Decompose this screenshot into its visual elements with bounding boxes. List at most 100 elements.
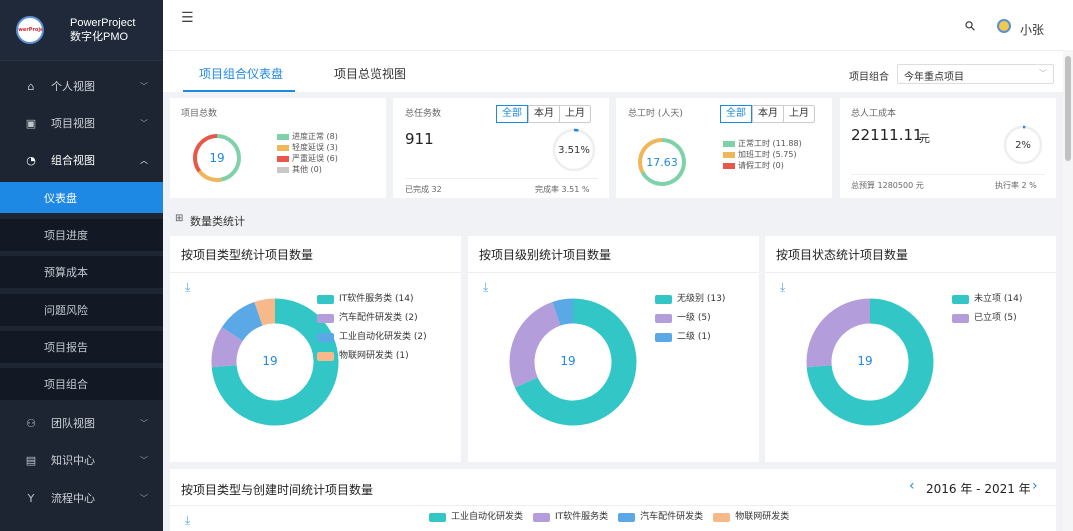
legend-item[interactable]: 物联网研发类 (1)	[317, 347, 427, 366]
chart-card-by-type-time: 按项目类型与创建时间统计项目数量 ‹ 2016 年 - 2021 年 › ⤓ 工…	[170, 469, 1056, 531]
card-work-hours: 总工时 (人天) 全部 本月 上月 17.63 正常工时 (11.88) 加班工时 …	[616, 98, 832, 198]
sidebar-item-workflow[interactable]: Y 流程中心 ﹀	[0, 480, 163, 516]
legend-item[interactable]: 工业自动化研发类 (2)	[317, 328, 427, 347]
filter-all[interactable]: 全部	[720, 105, 752, 123]
card-title: 总工时 (人天)	[628, 109, 683, 119]
sidebar-item-team[interactable]: ⚇ 团队视图 ﹀	[0, 405, 163, 441]
tab-project-overview[interactable]: 项目总览视图	[334, 65, 406, 82]
year-range: 2016 年 - 2021 年	[926, 482, 1031, 496]
filter-last-month[interactable]: 上月	[783, 106, 814, 122]
task-count: 911	[405, 130, 434, 148]
next-range-button[interactable]: ›	[1032, 478, 1038, 494]
avatar[interactable]	[997, 19, 1011, 33]
sidebar-sub-progress[interactable]: 项目进度	[0, 219, 163, 251]
legend-item[interactable]: 无级别 (13)	[655, 290, 725, 309]
sidebar-item-label: 知识中心	[51, 454, 95, 467]
download-icon[interactable]: ⤓	[185, 513, 190, 528]
search-icon[interactable]: ⚲	[962, 18, 979, 35]
scrollbar[interactable]	[1063, 50, 1073, 531]
filter-all[interactable]: 全部	[496, 105, 528, 123]
menu-collapse-icon[interactable]: ☰	[181, 10, 194, 26]
chart-card-by-type: 按项目类型统计项目数量 ⤓ 19 IT软件服务类 (14) 汽车配件研发类 (2…	[170, 236, 461, 462]
legend-item[interactable]: 未立项 (14)	[952, 290, 1022, 309]
chart-center-total: 19	[262, 354, 278, 368]
team-icon: ⚇	[26, 416, 36, 430]
pie-slice[interactable]	[254, 298, 276, 326]
card-title: 总任务数	[405, 109, 442, 119]
cost-unit: 元	[919, 132, 930, 145]
cost-amount: 22111.11	[851, 126, 923, 144]
chart-center-total: 19	[857, 354, 873, 368]
sidebar-sub-portfolio[interactable]: 项目组合	[0, 368, 163, 400]
legend-item[interactable]: IT软件服务类 (14)	[317, 290, 427, 309]
portfolio-label: 项目组合	[849, 72, 889, 83]
sidebar-item-portfolio[interactable]: ◔ 组合视图 ︿	[0, 142, 163, 178]
sidebar-item-personal[interactable]: ⌂ 个人视图 ﹀	[0, 68, 163, 104]
sidebar-sub-report[interactable]: 项目报告	[0, 331, 163, 363]
pie-slice[interactable]	[221, 301, 264, 342]
legend-item[interactable]: 一级 (5)	[655, 309, 725, 328]
legend-item[interactable]: 汽车配件研发类 (2)	[317, 309, 427, 328]
sidebar-item-knowledge[interactable]: ▤ 知识中心 ﹀	[0, 442, 163, 478]
work-hours-legend: 正常工时 (11.88) 加班工时 (5.75) 请假工时 (0)	[723, 138, 802, 171]
brand[interactable]: PowerProject PowerProject 数字化PMO	[0, 0, 163, 61]
pie-slice[interactable]	[509, 301, 562, 388]
top-bar: ☰ ⚲ 小张	[163, 0, 1073, 50]
chart-card-by-status: 按项目状态统计项目数量 ⤓ 19 未立项 (14) 已立项 (5)	[765, 236, 1056, 462]
chevron-down-icon: ﹀	[140, 418, 148, 428]
chevron-down-icon: ﹀	[140, 118, 148, 128]
chevron-down-icon: ﹀	[140, 455, 148, 465]
legend-item: 轻度延误 (3)	[277, 142, 338, 153]
card-title: 总人工成本	[851, 109, 897, 119]
cost-percent: 2%	[1015, 140, 1031, 151]
home-icon: ⌂	[27, 79, 35, 93]
chevron-down-icon: ﹀	[1039, 69, 1047, 78]
sidebar-sub-dashboard[interactable]: 仪表盘	[0, 182, 163, 213]
tasks-done: 已完成 32	[405, 185, 442, 194]
sidebar-sub-risk[interactable]: 问题风险	[0, 294, 163, 326]
period-filter: 全部 本月 上月	[720, 105, 815, 123]
card-title: 项目总数	[181, 109, 218, 119]
brand-subtitle: 数字化PMO	[70, 31, 129, 43]
legend-item: 加班工时 (5.75)	[723, 149, 802, 160]
sidebar-item-label: 个人视图	[51, 80, 95, 93]
chevron-up-icon: ︿	[140, 155, 148, 165]
sidebar-item-label: 流程中心	[51, 492, 95, 505]
legend-item[interactable]: 已立项 (5)	[952, 309, 1022, 328]
filter-this-month[interactable]: 本月	[528, 106, 559, 122]
pie-slice[interactable]	[552, 298, 574, 326]
download-icon[interactable]: ⤓	[780, 280, 785, 295]
tab-portfolio-dashboard[interactable]: 项目组合仪表盘	[199, 65, 283, 82]
chart-center-total: 19	[560, 354, 576, 368]
donut-segment[interactable]	[197, 169, 222, 182]
filter-last-month[interactable]: 上月	[559, 106, 590, 122]
portfolio-select[interactable]: 今年重点项目 ﹀	[897, 64, 1054, 84]
project-status-legend: 进度正常 (8) 轻度延误 (3) 严重延误 (6) 其他 (0)	[277, 131, 338, 175]
download-icon[interactable]: ⤓	[483, 280, 488, 295]
scrollbar-thumb[interactable]	[1065, 56, 1071, 161]
tasks-rate: 完成率 3.51 %	[535, 185, 590, 194]
sidebar-sub-budget[interactable]: 预算成本	[0, 256, 163, 288]
legend-item[interactable]: IT软件服务类	[533, 510, 608, 524]
sidebar-item-project[interactable]: ▣ 项目视图 ﹀	[0, 105, 163, 141]
book-icon: ▤	[25, 453, 37, 467]
filter-this-month[interactable]: 本月	[752, 106, 783, 122]
portfolio-select-value: 今年重点项目	[904, 72, 964, 83]
divider	[405, 178, 598, 179]
legend-item[interactable]: 汽车配件研发类	[618, 510, 703, 524]
card-task-total: 总任务数 全部 本月 上月 911 3.51% 已完成 32 完成率 3.51 %	[393, 98, 609, 198]
chart-title: 按项目类型统计项目数量	[181, 248, 314, 262]
legend-item[interactable]: 物联网研发类	[713, 510, 789, 524]
download-icon[interactable]: ⤓	[185, 280, 190, 295]
chart-title: 按项目类型与创建时间统计项目数量	[181, 483, 374, 497]
legend-item: 正常工时 (11.88)	[723, 138, 802, 149]
legend-item[interactable]: 二级 (1)	[655, 328, 725, 347]
card-labor-cost: 总人工成本 22111.11 元 2% 总预算 1280500 元 执行率 2 …	[840, 98, 1056, 198]
user-name[interactable]: 小张	[1020, 21, 1044, 38]
sidebar-item-label: 团队视图	[51, 417, 95, 430]
donut-total: 19	[209, 151, 225, 165]
legend-item[interactable]: 工业自动化研发类	[429, 510, 523, 524]
powerproject-logo: PowerProject	[16, 16, 44, 44]
prev-range-button[interactable]: ‹	[909, 478, 915, 494]
divider	[851, 174, 1045, 175]
